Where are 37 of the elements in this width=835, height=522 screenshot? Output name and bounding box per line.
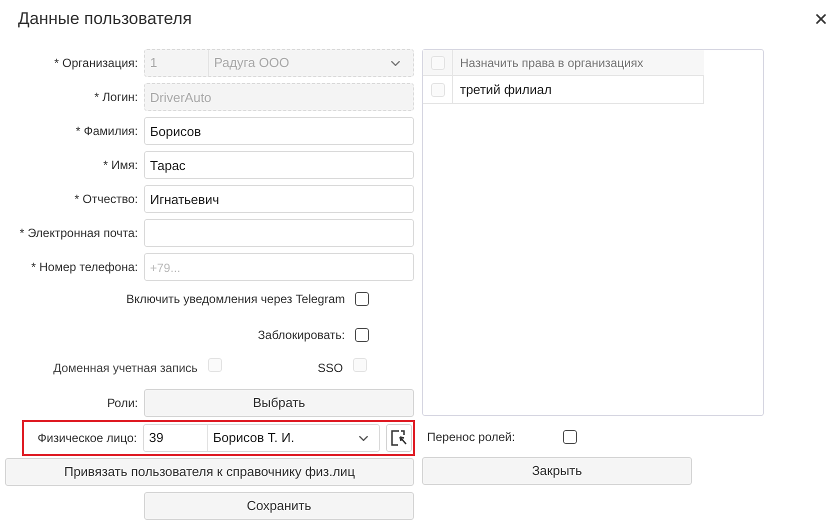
close-button[interactable]: Закрыть xyxy=(422,457,692,485)
close-icon[interactable] xyxy=(813,11,829,27)
field-label: * Логин: xyxy=(93,89,138,106)
input-field[interactable]: Тарас xyxy=(144,151,414,179)
pick-person-button[interactable] xyxy=(386,424,412,452)
person-select[interactable]: 39 Борисов Т. И. xyxy=(143,424,380,452)
input-field[interactable]: Борисов xyxy=(144,117,414,145)
checkbox[interactable] xyxy=(355,328,369,342)
checkbox-label: Включить уведомления через Telegram xyxy=(126,291,345,308)
code-value: 39 xyxy=(144,425,208,451)
input-field[interactable]: +79... xyxy=(144,253,414,281)
field-label: * Электронная почта: xyxy=(18,225,138,242)
field-label: * Номер телефона: xyxy=(30,259,138,276)
field-label: * Организация: xyxy=(53,55,138,72)
input-field[interactable] xyxy=(144,219,414,247)
select-roles-button[interactable]: Выбрать xyxy=(144,389,414,417)
field-label: Физическое лицо: xyxy=(36,430,138,447)
checkbox[interactable] xyxy=(563,430,577,444)
cursor-select-icon xyxy=(390,429,408,447)
bind-person-button[interactable]: Привязать пользователя к справочнику физ.лиц xyxy=(5,458,414,486)
select-value: Радуга ООО xyxy=(213,54,290,72)
checkbox-label: Доменная учетная запись xyxy=(53,360,198,377)
checkbox-label: Перенос ролей: xyxy=(427,429,516,446)
code-value: 1 xyxy=(145,50,209,76)
select-value: Борисов Т. И. xyxy=(212,429,296,448)
table-cell-text: третий филиал xyxy=(459,80,552,99)
dialog-title: Данные пользователя xyxy=(18,8,192,30)
field-label: * Фамилия: xyxy=(74,123,138,140)
field-label: * Имя: xyxy=(102,157,138,174)
checkbox-label: SSO xyxy=(318,360,343,377)
column-header: Назначить права в организациях xyxy=(459,54,644,72)
input-field[interactable]: Игнатьевич xyxy=(144,185,414,213)
checkbox[interactable] xyxy=(355,292,369,306)
checkbox-label: Заблокировать: xyxy=(258,327,345,344)
save-button[interactable]: Сохранить xyxy=(144,492,414,520)
field-label: Роли: xyxy=(106,395,138,412)
field-label: * Отчество: xyxy=(73,191,138,208)
